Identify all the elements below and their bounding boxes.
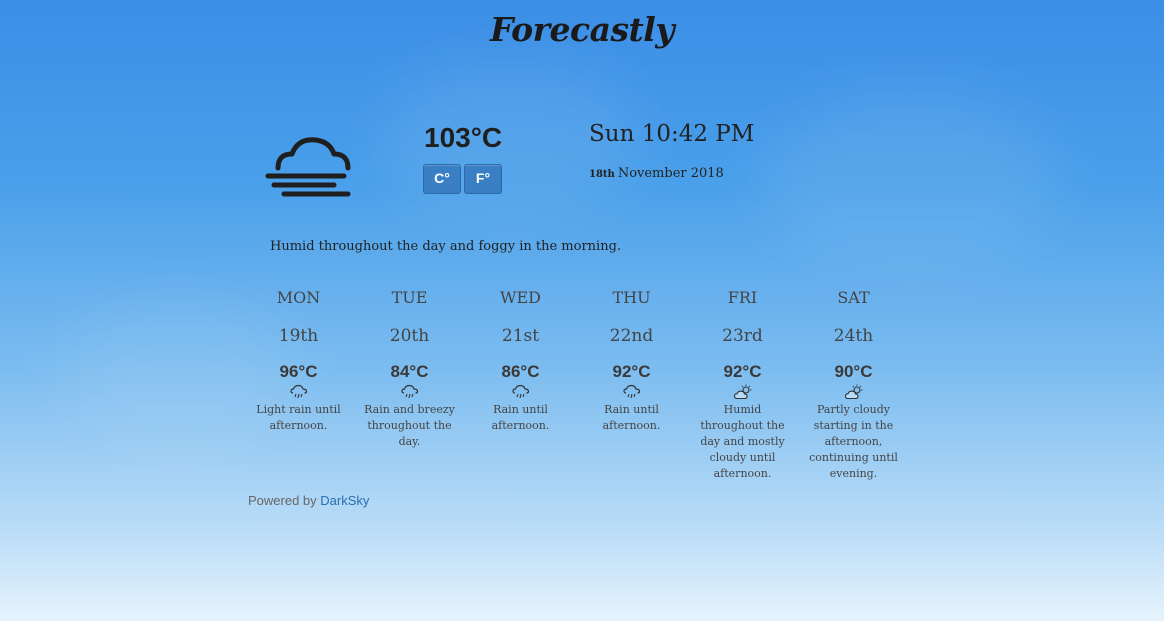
current-temperature: 103°C [424,122,503,153]
forecast-day-temp: 92°C [612,362,651,381]
fahrenheit-button[interactable]: F° [464,164,502,194]
forecast-day: FRI 23rd 92°C Humid throughout the day a… [687,287,798,482]
fog-icon [265,137,351,197]
forecast-day-date: 19th [278,326,319,346]
forecast-day-summary: Humid throughout the day and mostly clou… [700,403,785,480]
forecast-day-temp: 84°C [390,362,429,381]
forecast-day: THU 22nd 92°C Rain until afternoon. [576,287,687,482]
forecast-day-name: THU [612,288,651,307]
celsius-button[interactable]: C° [423,164,461,194]
partly-cloudy-day-icon [733,384,751,400]
rain-icon [400,384,418,399]
forecast-day-temp: 86°C [501,362,540,381]
forecast-day-summary: Rain until afternoon. [491,403,550,432]
forecast-day-summary: Light rain until afternoon. [256,403,341,432]
forecast-day-date: 23rd [722,326,763,346]
partly-cloudy-day-icon [844,384,862,400]
darksky-link[interactable]: DarkSky [320,493,369,508]
forecast-day: SAT 24th 90°C Partly cloudy starting in … [798,287,909,482]
powered-by: Powered by DarkSky [248,493,369,508]
forecast-day-date: 21st [501,326,540,346]
rain-icon [511,384,529,399]
forecast-day-temp: 92°C [723,362,762,381]
forecast-day-date: 22nd [609,326,654,346]
forecast-day-name: WED [500,288,541,307]
forecast-day: WED 21st 86°C Rain until afternoon. [465,287,576,482]
forecast-list: MON 19th 96°C Light rain until afternoon… [243,287,909,482]
rain-icon [289,384,307,399]
forecast-day-summary: Rain until afternoon. [602,403,661,432]
forecast-day: TUE 20th 84°C Rain and breezy throughout… [354,287,465,482]
forecast-day-summary: Rain and breezy throughout the day. [364,403,455,448]
forecast-day-name: FRI [727,288,758,307]
current-month-year: November 2018 [617,166,724,181]
current-date: 18th November 2018 [589,166,724,181]
forecast-day-temp: 90°C [834,362,873,381]
rain-icon [622,384,640,399]
forecast-day-summary: Partly cloudy starting in the afternoon,… [809,403,898,480]
forecast-day: MON 19th 96°C Light rain until afternoon… [243,287,354,482]
forecast-day-name: MON [276,288,321,307]
forecast-day-temp: 96°C [279,362,318,381]
forecast-day-name: TUE [391,288,428,307]
current-day-time: Sun 10:42 PM [589,121,755,147]
current-day-number: 18th [589,169,615,180]
app-logo[interactable]: Forecastly [0,10,1164,49]
forecast-day-name: SAT [837,288,870,307]
current-summary: Humid throughout the day and foggy in th… [270,239,622,254]
background-cloud [760,90,1060,270]
powered-by-label: Powered by [248,493,317,508]
forecast-day-date: 20th [389,326,430,346]
forecast-day-date: 24th [833,326,874,346]
